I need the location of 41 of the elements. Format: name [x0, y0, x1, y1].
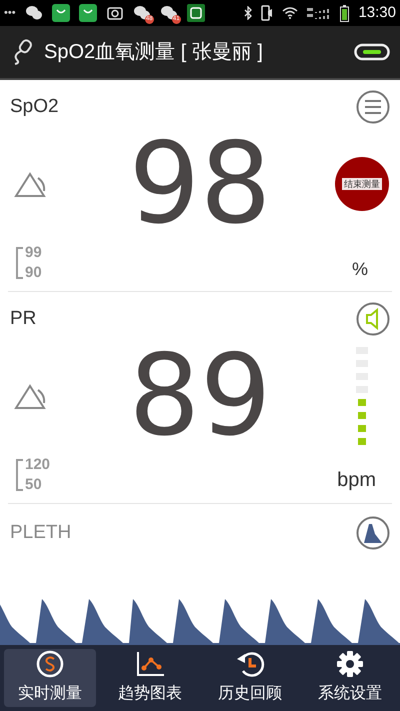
- waveform-icon[interactable]: [356, 516, 390, 550]
- wifi-icon: [282, 7, 298, 19]
- unit-label: %: [352, 258, 369, 281]
- line-chart-icon: [135, 650, 165, 678]
- shopping-bag-icon: [52, 4, 70, 22]
- waveform-label: PLETH: [10, 520, 72, 545]
- low-limit: 90: [25, 263, 42, 283]
- limit-bracket: [16, 459, 23, 491]
- signal-icon: [307, 7, 332, 19]
- nav-tab[interactable]: 实时测量: [4, 649, 96, 707]
- stop-measurement-button[interactable]: 结束测量: [335, 156, 389, 210]
- shopping-bag-icon: [78, 4, 97, 22]
- parameter-label: PR: [10, 306, 36, 331]
- menu-icon[interactable]: [356, 90, 390, 124]
- limit-bracket: [16, 247, 23, 279]
- battery-icon: [340, 4, 350, 22]
- s-circle-icon: [36, 650, 64, 678]
- chat-bubbles-icon: [132, 5, 151, 21]
- phone-vibrate-icon: [261, 5, 274, 21]
- window-title: SpO2血氧测量 [ 张曼丽 ]: [44, 40, 264, 65]
- bluetooth-icon: [244, 6, 252, 20]
- low-limit: 50: [25, 475, 43, 495]
- unit-label: bpm: [337, 468, 376, 493]
- chat-bubbles-icon: [160, 5, 178, 21]
- connection-link-icon: [354, 42, 390, 62]
- nav-tab[interactable]: 历史回顾: [204, 649, 296, 707]
- chat-bubbles-icon: [24, 5, 43, 21]
- speaker-icon[interactable]: [356, 302, 390, 336]
- history-clock-icon: [235, 650, 265, 678]
- app-icon: [186, 4, 205, 22]
- more-dots: •••: [4, 6, 16, 21]
- clock-time: 13:30: [358, 2, 396, 23]
- camera-icon: [106, 5, 124, 21]
- settings-icon: [336, 650, 364, 678]
- high-limit: 99: [25, 243, 42, 263]
- reading-value: 98: [128, 128, 272, 240]
- parameter-label: SpO2: [10, 94, 59, 119]
- reading-value: 89: [128, 340, 272, 452]
- nav-tab[interactable]: 系统设置: [304, 649, 396, 707]
- high-limit: 120: [25, 455, 50, 475]
- nav-tab[interactable]: 趋势图表: [104, 649, 196, 707]
